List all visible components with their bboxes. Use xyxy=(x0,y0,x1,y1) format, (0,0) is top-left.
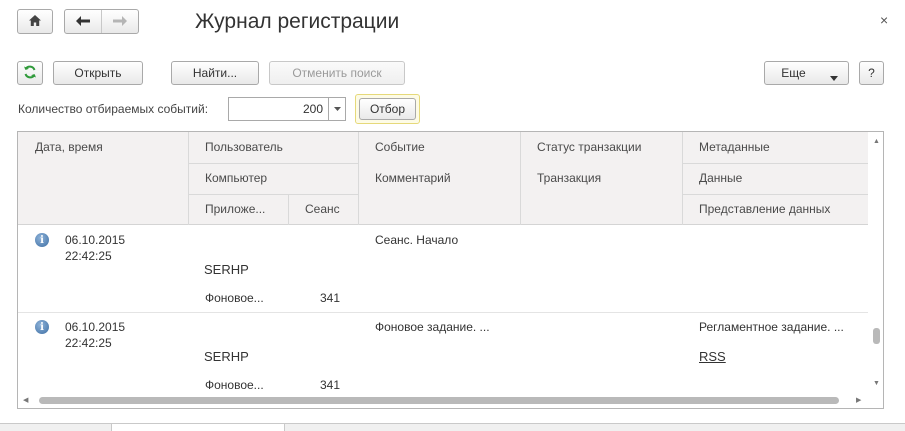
help-button[interactable]: ? xyxy=(859,61,884,85)
page-title: Журнал регистрации xyxy=(195,10,400,33)
column-header-metadata[interactable]: Метаданные xyxy=(699,140,770,154)
event-count-input[interactable]: 200 xyxy=(228,97,329,121)
scroll-down-icon[interactable]: ▼ xyxy=(873,380,880,387)
row-time: 22:42:25 xyxy=(65,249,112,263)
window-tabs-strip xyxy=(0,423,905,431)
row-metadata: Регламентное задание. ... xyxy=(699,320,844,334)
find-button[interactable]: Найти... xyxy=(171,61,259,85)
column-header-transaction[interactable]: Транзакция xyxy=(537,171,601,185)
filter-button-focus: Отбор xyxy=(355,94,420,124)
chevron-down-icon xyxy=(333,106,341,113)
refresh-button[interactable] xyxy=(17,61,43,85)
history-navigation xyxy=(64,9,139,34)
row-computer: SERHP xyxy=(204,262,249,277)
horizontal-scroll-thumb[interactable] xyxy=(39,397,839,404)
scroll-right-icon[interactable]: ▶ xyxy=(856,396,861,404)
event-log-table[interactable]: Дата, время Пользователь Компьютер Прило… xyxy=(17,131,884,409)
scroll-up-icon[interactable]: ▲ xyxy=(873,138,880,145)
vertical-scroll-thumb[interactable] xyxy=(873,328,880,344)
triangle-down-icon xyxy=(830,70,838,84)
column-header-comment[interactable]: Комментарий xyxy=(375,171,451,185)
column-header-computer[interactable]: Компьютер xyxy=(205,171,267,185)
row-data-link[interactable]: RSS xyxy=(699,349,726,364)
event-count-dropdown[interactable] xyxy=(328,97,346,121)
row-time: 22:42:25 xyxy=(65,336,112,350)
home-button[interactable] xyxy=(17,9,53,34)
info-icon: i xyxy=(35,320,49,334)
column-header-event[interactable]: Событие xyxy=(375,140,425,154)
row-session: 341 xyxy=(320,378,341,392)
window-tab[interactable] xyxy=(111,424,285,431)
open-button[interactable]: Открыть xyxy=(53,61,143,85)
more-button[interactable]: Еще xyxy=(764,61,849,85)
column-header-session[interactable]: Сеанс xyxy=(305,202,340,216)
row-event: Сеанс. Начало xyxy=(375,233,459,247)
column-header-data[interactable]: Данные xyxy=(699,171,742,185)
event-count-label: Количество отбираемых событий: xyxy=(18,102,209,116)
home-icon xyxy=(28,14,42,30)
arrow-right-icon xyxy=(113,15,127,29)
row-application: Фоновое... xyxy=(205,378,264,392)
row-session: 341 xyxy=(320,291,341,305)
row-date: 06.10.2015 xyxy=(65,320,126,334)
more-label: Еще xyxy=(781,66,806,80)
forward-button[interactable] xyxy=(102,10,138,33)
table-header: Дата, время Пользователь Компьютер Прило… xyxy=(18,132,868,225)
close-icon[interactable]: × xyxy=(880,12,888,28)
vertical-scrollbar[interactable]: ▲ ▼ xyxy=(870,132,883,392)
arrow-left-icon xyxy=(76,15,90,29)
row-computer: SERHP xyxy=(204,349,249,364)
column-header-data-presentation[interactable]: Представление данных xyxy=(699,202,830,216)
column-header-datetime[interactable]: Дата, время xyxy=(35,140,103,154)
row-event: Фоновое задание. ... xyxy=(375,320,490,334)
cancel-search-button[interactable]: Отменить поиск xyxy=(269,61,405,85)
column-header-user[interactable]: Пользователь xyxy=(205,140,283,154)
refresh-icon xyxy=(23,65,37,82)
row-date: 06.10.2015 xyxy=(65,233,126,247)
info-icon: i xyxy=(35,233,49,247)
row-application: Фоновое... xyxy=(205,291,264,305)
filter-button[interactable]: Отбор xyxy=(359,98,416,120)
column-header-application[interactable]: Приложе... xyxy=(205,202,265,216)
scroll-left-icon[interactable]: ◀ xyxy=(23,396,28,404)
back-button[interactable] xyxy=(65,10,102,33)
column-header-transaction-status[interactable]: Статус транзакции xyxy=(537,140,641,154)
horizontal-scrollbar[interactable]: ◀ ▶ xyxy=(18,395,870,407)
